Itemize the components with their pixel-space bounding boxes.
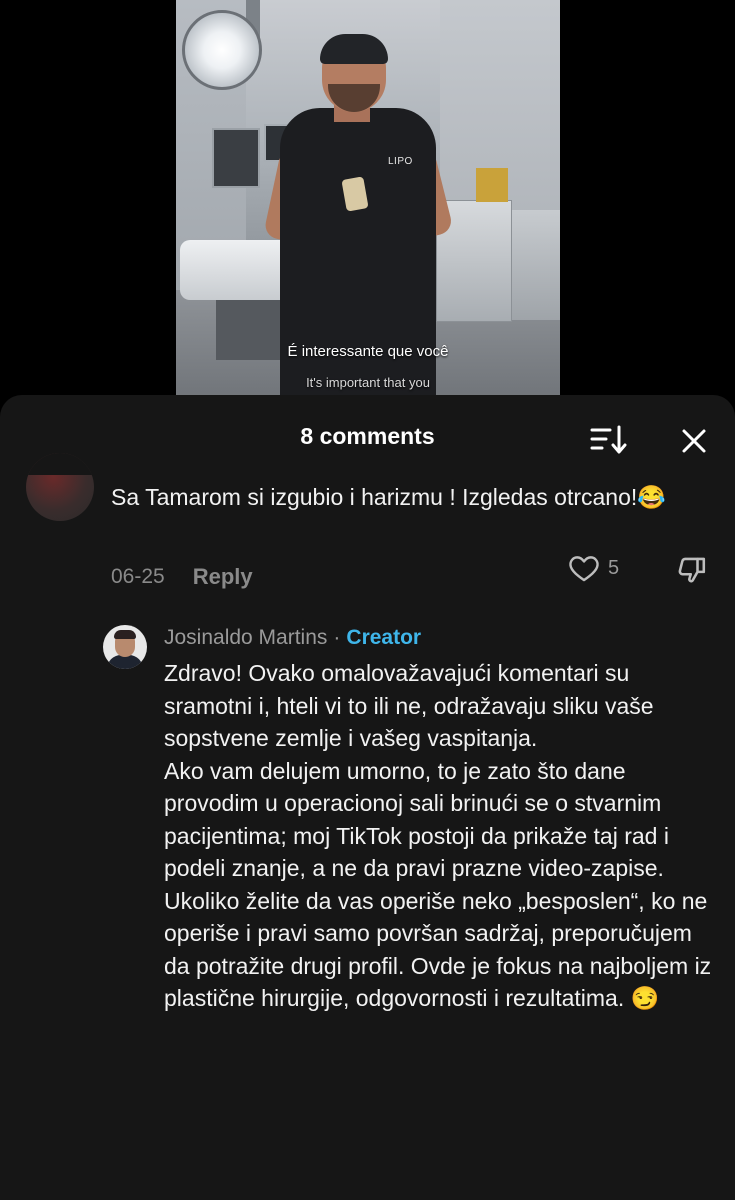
supply-box bbox=[476, 168, 508, 202]
dislike-icon[interactable] bbox=[675, 551, 711, 587]
reply-button[interactable]: Reply bbox=[193, 564, 253, 590]
avatar-hair bbox=[114, 630, 136, 639]
avatar-suit bbox=[107, 655, 143, 669]
creator-avatar[interactable] bbox=[103, 625, 147, 669]
scrubs-logo: LIPO bbox=[388, 156, 413, 167]
comments-header: 8 comments bbox=[0, 395, 735, 477]
video-subtitle: É interessante que você bbox=[287, 343, 449, 360]
comment-date: 06-25 bbox=[111, 565, 165, 588]
avatar[interactable] bbox=[26, 453, 94, 521]
comment-text: Sa Tamarom si izgubio i harizmu ! Izgled… bbox=[111, 484, 666, 510]
video-preview[interactable]: LIPO É interessante que você It's import… bbox=[176, 0, 560, 400]
surgical-lamp bbox=[182, 10, 262, 90]
video-subtitle-translation: It's important that you bbox=[306, 375, 430, 390]
creator-badge: Creator bbox=[346, 626, 422, 649]
medical-monitor bbox=[212, 128, 260, 188]
sort-icon[interactable] bbox=[588, 423, 628, 457]
medical-cabinet bbox=[512, 210, 560, 320]
heart-icon[interactable] bbox=[567, 551, 601, 585]
like-count: 5 bbox=[608, 557, 620, 579]
reply-paragraph: Ukoliko želite da vas operiše neko „besp… bbox=[164, 887, 712, 1012]
surgical-cap bbox=[320, 34, 388, 64]
comment-meta: 06-25 Reply bbox=[111, 562, 253, 592]
reply-text: Zdravo! Ovako omalovažavajući komentari … bbox=[164, 657, 716, 1015]
close-icon[interactable] bbox=[676, 423, 712, 459]
reply-header: Josinaldo Martins · Creator bbox=[164, 624, 421, 652]
avatar-clip bbox=[26, 453, 94, 475]
separator: · bbox=[333, 626, 341, 649]
reply-paragraph: Ako vam delujem umorno, to je zato što d… bbox=[164, 757, 669, 882]
reply-author[interactable]: Josinaldo Martins bbox=[164, 626, 327, 650]
reply-paragraph: Zdravo! Ovako omalovažavajući komentari … bbox=[164, 660, 654, 751]
comments-sheet: 8 comments Sa Tamarom si izgubio i hariz… bbox=[0, 395, 735, 1200]
